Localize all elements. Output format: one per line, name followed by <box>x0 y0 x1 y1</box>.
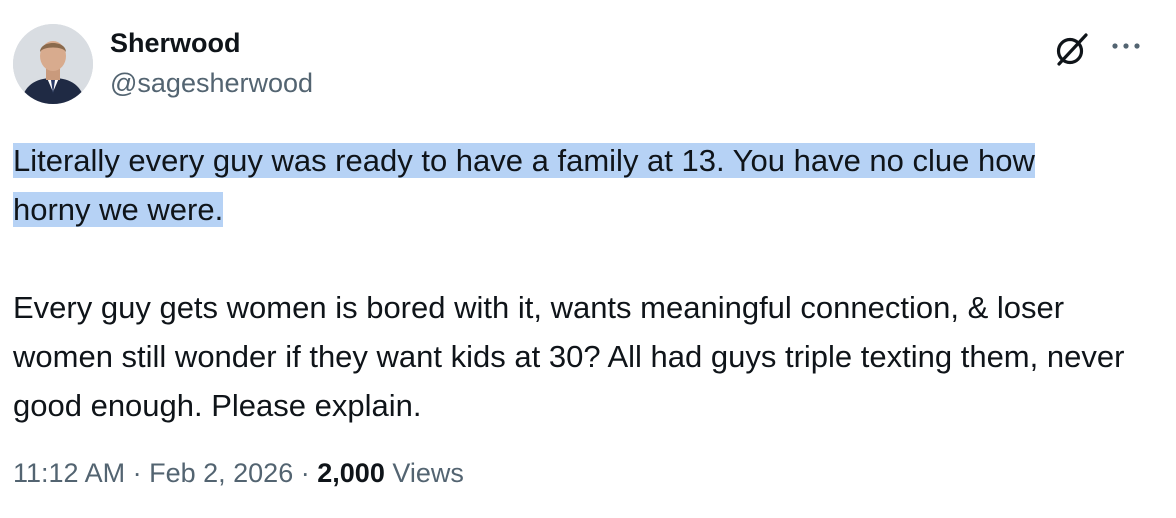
profile-photo <box>13 24 93 104</box>
separator: · <box>300 458 310 488</box>
selected-text-line-2: horny we were. <box>13 192 224 227</box>
views-label: Views <box>392 458 464 488</box>
avatar[interactable] <box>13 24 93 104</box>
tweet-text: Literally every guy was ready to have a … <box>13 136 1163 430</box>
tweet-paragraph-1: Literally every guy was ready to have a … <box>13 136 1163 234</box>
tweet-paragraph-2: Every guy gets women is bored with it, w… <box>13 290 1125 423</box>
username-handle[interactable]: @sagesherwood <box>110 67 313 99</box>
separator: · <box>132 458 142 488</box>
grok-icon[interactable] <box>1053 30 1091 68</box>
display-name[interactable]: Sherwood <box>110 27 241 59</box>
views-count: 2,000 <box>317 458 385 488</box>
tweet-date[interactable]: Feb 2, 2026 <box>149 458 293 488</box>
tweet-metadata: 11:12 AM · Feb 2, 2026 · 2,000 Views <box>13 455 464 491</box>
selected-text-line-1: Literally every guy was ready to have a … <box>13 143 1035 178</box>
more-icon[interactable] <box>1110 34 1142 58</box>
tweet-time[interactable]: 11:12 AM <box>13 458 125 488</box>
